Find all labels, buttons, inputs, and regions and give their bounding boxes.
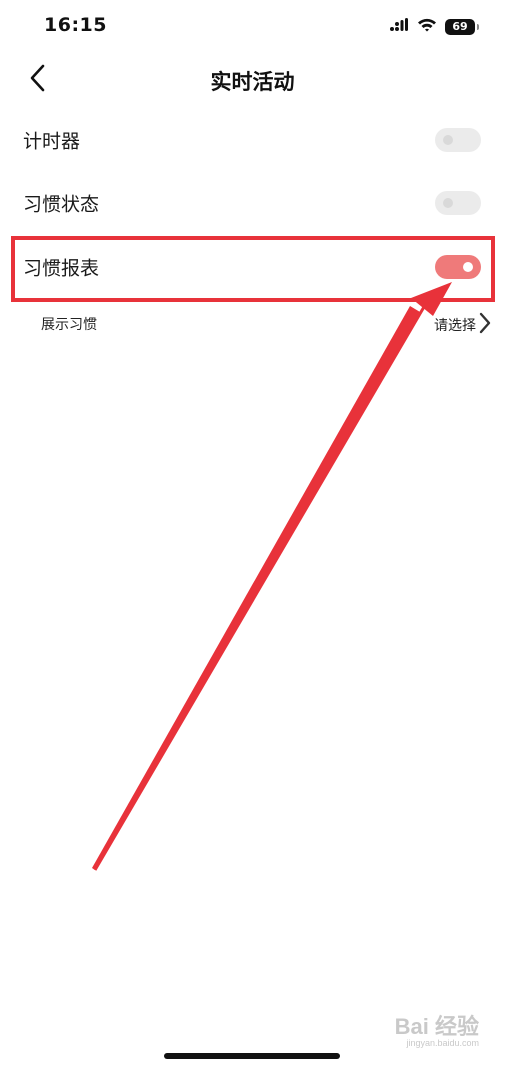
watermark-url: jingyan.baidu.com [406,1038,479,1049]
highlight-box [11,236,495,302]
nav-bar: 实时活动 [0,52,505,108]
wifi-icon [417,17,437,36]
toggle-knob [443,135,453,145]
page-title: 实时活动 [210,70,295,94]
display-habit-row[interactable]: 展示习惯 请选择 [0,310,505,338]
status-time: 16:15 [44,14,107,36]
battery-icon: 69 [445,18,479,35]
signal-bars-icon [389,17,409,36]
display-habit-label: 展示习惯 [41,317,97,333]
display-habit-selector[interactable]: 请选择 [434,312,491,338]
status-icons: 69 [389,17,479,36]
status-bar: 16:15 69 [0,0,505,52]
chevron-right-icon [479,312,491,338]
setting-label-habit-status: 习惯状态 [23,193,100,216]
setting-row-timer: 计时器 [0,110,505,170]
setting-row-habit-status: 习惯状态 [0,173,505,233]
timer-toggle[interactable] [435,128,481,152]
setting-label-timer: 计时器 [23,130,81,153]
toggle-knob [443,198,453,208]
watermark-main: Bai 经验 [394,1013,479,1039]
battery-level: 69 [452,20,468,33]
watermark: Bai 经验 jingyan.baidu.com [394,1013,479,1049]
habit-status-toggle[interactable] [435,191,481,215]
home-indicator[interactable] [164,1053,340,1059]
display-habit-value: 请选择 [434,318,476,334]
